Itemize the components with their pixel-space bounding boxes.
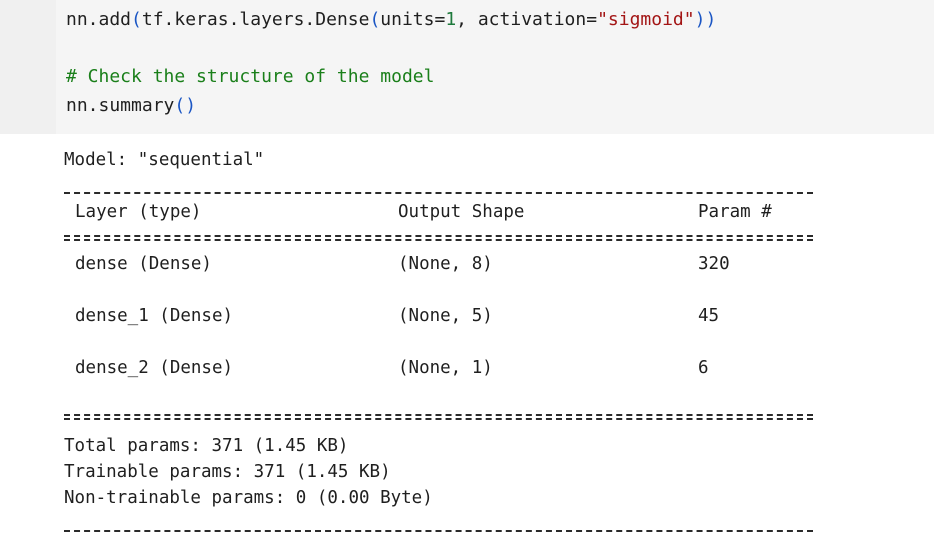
code-line-summary: nn.summary(): [66, 95, 196, 117]
code-token: nn.summary: [66, 95, 175, 116]
model-title: Model: "sequential": [64, 150, 265, 170]
row-layer: dense_1 (Dense): [75, 306, 234, 326]
row-shape: (None, 8): [398, 254, 493, 274]
rule-bottom: [64, 530, 813, 532]
row-shape: (None, 5): [398, 306, 493, 326]
code-token: (: [369, 9, 381, 30]
header-layer-type: Layer (type): [75, 202, 202, 222]
code-token: (: [131, 9, 142, 30]
code-token: nn.add: [66, 9, 132, 30]
row-params: 6: [698, 358, 709, 378]
trainable-params: Trainable params: 371 (1.45 KB): [64, 462, 391, 482]
header-param-count: Param #: [698, 202, 772, 222]
row-layer: dense_2 (Dense): [75, 358, 234, 378]
code-cell[interactable]: nn.add(tf.keras.layers.Dense(units=1, ac…: [0, 0, 934, 134]
rule-top: [64, 192, 813, 194]
code-line-add-dense: nn.add(tf.keras.layers.Dense(units=1, ac…: [66, 9, 716, 31]
code-token: units=: [380, 9, 446, 30]
row-params: 45: [698, 306, 720, 326]
rule-footer: [64, 414, 813, 420]
code-token: "sigmoid": [597, 9, 695, 30]
row-params: 320: [698, 254, 730, 274]
row-layer: dense (Dense): [75, 254, 212, 274]
total-params: Total params: 371 (1.45 KB): [64, 436, 349, 456]
non-trainable-params: Non-trainable params: 0 (0.00 Byte): [64, 488, 433, 508]
code-token: )): [694, 9, 717, 30]
code-token: , activation=: [456, 9, 598, 30]
row-shape: (None, 1): [398, 358, 493, 378]
header-output-shape: Output Shape: [398, 202, 525, 222]
cell-output: Model: "sequential" Layer (type) Output …: [0, 134, 934, 546]
rule-header: [64, 235, 813, 241]
code-token: (): [174, 95, 197, 116]
code-token: 1: [445, 9, 457, 30]
cell-gutter: [0, 0, 56, 134]
code-comment: # Check the structure of the model: [66, 66, 435, 87]
code-token: tf.keras.layers.Dense: [141, 9, 370, 30]
